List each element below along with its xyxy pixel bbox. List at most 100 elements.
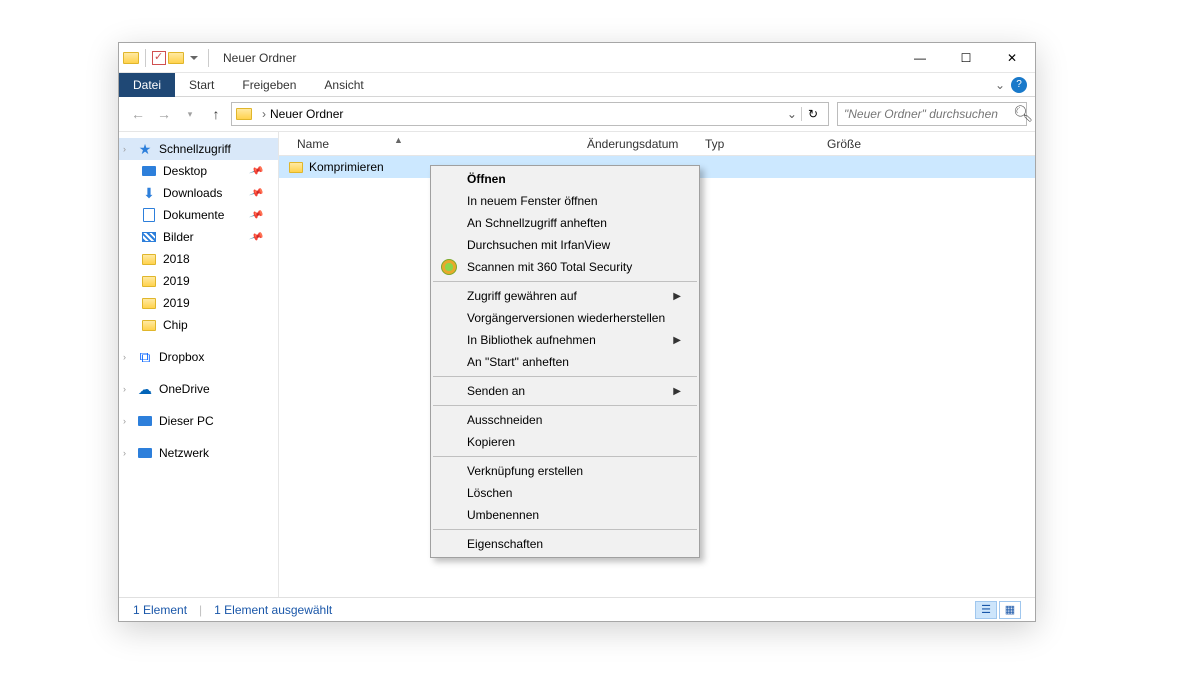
folder-icon	[142, 276, 156, 287]
menu-cut[interactable]: Ausschneiden	[431, 409, 699, 431]
context-menu: Öffnen In neuem Fenster öffnen An Schnel…	[430, 165, 700, 558]
breadcrumb-current[interactable]: Neuer Ordner	[270, 107, 343, 121]
menu-include-library[interactable]: In Bibliothek aufnehmen ▶	[431, 329, 699, 351]
chevron-right-icon[interactable]: ›	[123, 144, 126, 154]
folder-icon	[142, 254, 156, 265]
separator	[433, 529, 697, 530]
status-count: 1 Element	[133, 603, 187, 617]
sidebar-item-dropbox[interactable]: › ⧉ Dropbox	[119, 346, 278, 368]
recent-dropdown-icon[interactable]: ▾	[179, 103, 201, 125]
chevron-right-icon[interactable]: ›	[123, 384, 126, 394]
menu-copy[interactable]: Kopieren	[431, 431, 699, 453]
separator	[433, 376, 697, 377]
chevron-right-icon: ▶	[673, 386, 681, 397]
status-bar: 1 Element | 1 Element ausgewählt ☰ ▦	[119, 597, 1035, 621]
sidebar-item-pictures[interactable]: Bilder 📌	[119, 226, 278, 248]
menu-grant-access[interactable]: Zugriff gewähren auf ▶	[431, 285, 699, 307]
col-size[interactable]: Größe	[799, 137, 869, 151]
properties-icon[interactable]	[152, 51, 166, 65]
sidebar-item-documents[interactable]: Dokumente 📌	[119, 204, 278, 226]
nav-pane: › ★ Schnellzugriff Desktop 📌 ⬇ Downloads…	[119, 132, 279, 597]
sort-asc-icon: ▲	[394, 135, 403, 145]
chevron-right-icon: ▶	[673, 335, 681, 346]
chevron-right-icon[interactable]: ›	[123, 416, 126, 426]
separator	[433, 456, 697, 457]
chevron-right-icon: ▶	[673, 291, 681, 302]
close-button[interactable]: ✕	[989, 43, 1035, 73]
cloud-icon: ☁	[137, 381, 153, 397]
chevron-right-icon[interactable]: ›	[123, 448, 126, 458]
col-date[interactable]: Änderungsdatum	[579, 137, 697, 151]
star-icon: ★	[137, 141, 153, 157]
tab-file[interactable]: Datei	[119, 73, 175, 97]
menu-pin-quick-access[interactable]: An Schnellzugriff anheften	[431, 212, 699, 234]
chevron-right-icon[interactable]: ›	[123, 352, 126, 362]
qat-dropdown-icon[interactable]	[190, 56, 198, 60]
menu-delete[interactable]: Löschen	[431, 482, 699, 504]
sidebar-item-network[interactable]: › Netzwerk	[119, 442, 278, 464]
tab-view[interactable]: Ansicht	[310, 73, 377, 97]
sidebar-item-recent-folder[interactable]: Chip	[119, 314, 278, 336]
sidebar-item-recent-folder[interactable]: 2019	[119, 270, 278, 292]
search-input[interactable]	[838, 107, 1007, 121]
menu-create-shortcut[interactable]: Verknüpfung erstellen	[431, 460, 699, 482]
folder-icon	[123, 52, 139, 64]
view-large-button[interactable]: ▦	[999, 601, 1021, 619]
sidebar-item-recent-folder[interactable]: 2019	[119, 292, 278, 314]
tab-start[interactable]: Start	[175, 73, 228, 97]
forward-button[interactable]: →	[153, 103, 175, 125]
document-icon	[143, 208, 155, 222]
tab-share[interactable]: Freigeben	[228, 73, 310, 97]
minimize-button[interactable]: —	[897, 43, 943, 73]
menu-rename[interactable]: Umbenennen	[431, 504, 699, 526]
sidebar-item-onedrive[interactable]: › ☁ OneDrive	[119, 378, 278, 400]
folder-icon	[236, 108, 252, 120]
search-box[interactable]: 🔍︎	[837, 102, 1027, 126]
sidebar-item-downloads[interactable]: ⬇ Downloads 📌	[119, 182, 278, 204]
sidebar-item-this-pc[interactable]: › Dieser PC	[119, 410, 278, 432]
titlebar: Neuer Ordner — ☐ ✕	[119, 43, 1035, 73]
menu-pin-start[interactable]: An "Start" anheften	[431, 351, 699, 373]
search-icon[interactable]: 🔍︎	[1007, 104, 1039, 124]
network-icon	[138, 448, 152, 458]
status-selected: 1 Element ausgewählt	[214, 603, 332, 617]
col-type[interactable]: Typ	[697, 137, 799, 151]
new-folder-icon[interactable]	[168, 52, 184, 64]
address-bar[interactable]: › Neuer Ordner ⌄ ↻	[231, 102, 829, 126]
sidebar-item-quick-access[interactable]: › ★ Schnellzugriff	[119, 138, 278, 160]
chevron-right-icon[interactable]: ›	[262, 107, 266, 121]
folder-icon	[142, 320, 156, 331]
up-button[interactable]: ↑	[205, 103, 227, 125]
menu-irfanview[interactable]: Durchsuchen mit IrfanView	[431, 234, 699, 256]
col-name[interactable]: Name ▲	[289, 137, 579, 151]
dropbox-icon: ⧉	[137, 349, 153, 365]
download-icon: ⬇	[141, 185, 157, 201]
column-headers: Name ▲ Änderungsdatum Typ Größe	[279, 132, 1035, 156]
ribbon: Datei Start Freigeben Ansicht ⌄ ?	[119, 73, 1035, 97]
menu-open-new-window[interactable]: In neuem Fenster öffnen	[431, 190, 699, 212]
menu-scan-360[interactable]: Scannen mit 360 Total Security	[431, 256, 699, 278]
folder-icon	[142, 298, 156, 309]
separator	[145, 49, 146, 67]
separator	[433, 405, 697, 406]
help-icon[interactable]: ?	[1011, 77, 1027, 93]
separator	[433, 281, 697, 282]
menu-open[interactable]: Öffnen	[431, 168, 699, 190]
maximize-button[interactable]: ☐	[943, 43, 989, 73]
sidebar-item-recent-folder[interactable]: 2018	[119, 248, 278, 270]
menu-properties[interactable]: Eigenschaften	[431, 533, 699, 555]
ribbon-collapse-icon[interactable]: ⌄	[995, 78, 1005, 92]
sidebar-item-desktop[interactable]: Desktop 📌	[119, 160, 278, 182]
back-button[interactable]: ←	[127, 103, 149, 125]
menu-send-to[interactable]: Senden an ▶	[431, 380, 699, 402]
separator	[208, 49, 209, 67]
view-details-button[interactable]: ☰	[975, 601, 997, 619]
file-name: Komprimieren	[309, 160, 384, 174]
refresh-button[interactable]: ↻	[801, 107, 824, 121]
pc-icon	[138, 416, 152, 426]
folder-icon	[289, 162, 303, 173]
desktop-icon	[142, 166, 156, 176]
window-title: Neuer Ordner	[223, 51, 296, 65]
address-dropdown-icon[interactable]: ⌄	[783, 107, 801, 121]
menu-restore-previous[interactable]: Vorgängerversionen wiederherstellen	[431, 307, 699, 329]
